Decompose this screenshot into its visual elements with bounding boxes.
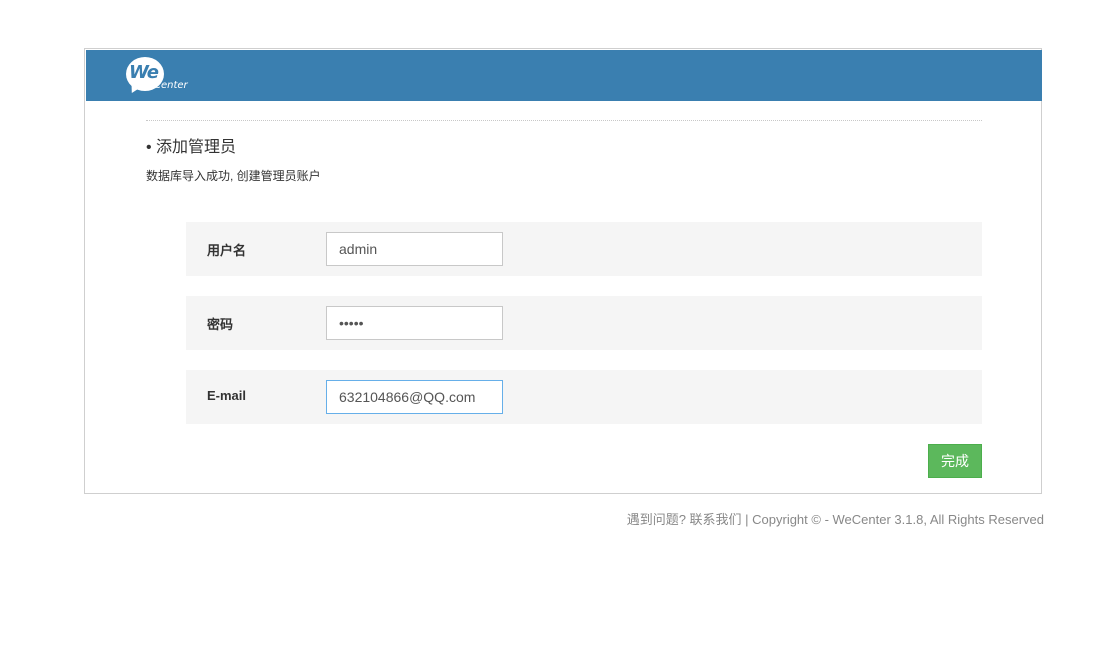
copyright-text: Copyright © - WeCenter 3.1.8, All Rights…	[752, 512, 1044, 527]
install-panel: We Center • 添加管理员 数据库导入成功, 创建管理员账户 用户名 密…	[84, 48, 1042, 494]
submit-button[interactable]: 完成	[928, 444, 982, 478]
section-title: • 添加管理员	[146, 139, 237, 156]
username-input[interactable]	[326, 232, 503, 266]
form-row-username: 用户名	[186, 222, 982, 276]
wecenter-logo: We Center	[126, 55, 196, 97]
username-label: 用户名	[207, 243, 247, 258]
password-input[interactable]	[326, 306, 503, 340]
section-description: 数据库导入成功, 创建管理员账户	[146, 169, 321, 183]
password-label: 密码	[207, 317, 234, 332]
help-contact-link[interactable]: 遇到问题? 联系我们	[627, 512, 742, 527]
email-input[interactable]	[326, 380, 503, 414]
form-row-password: 密码	[186, 296, 982, 350]
header-bar: We Center	[86, 50, 1042, 101]
logo-tail-icon	[128, 82, 144, 96]
section-divider	[146, 120, 982, 121]
form-row-email: E-mail	[186, 370, 982, 424]
footer: 遇到问题? 联系我们 | Copyright © - WeCenter 3.1.…	[627, 509, 1044, 528]
logo-center-text: Center	[154, 80, 188, 91]
footer-separator: |	[741, 512, 753, 527]
email-label: E-mail	[207, 388, 247, 403]
